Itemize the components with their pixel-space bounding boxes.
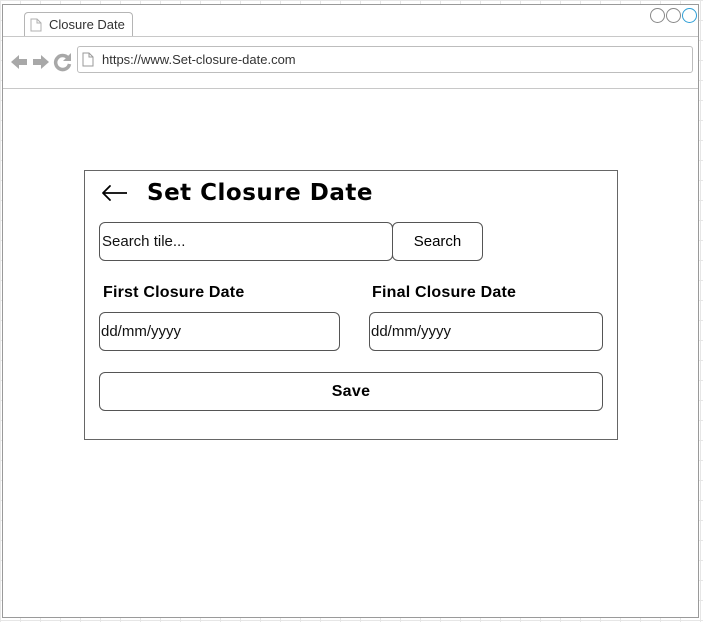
final-closure-date-input[interactable] [369, 312, 603, 351]
page-title: Set Closure Date [147, 180, 373, 206]
save-button[interactable]: Save [99, 372, 603, 411]
back-arrow-icon[interactable] [9, 52, 29, 72]
closure-date-panel: Set Closure Date Search First Closure Da… [84, 170, 618, 440]
forward-arrow-icon[interactable] [31, 52, 51, 72]
back-button[interactable] [100, 184, 130, 202]
close-button[interactable] [682, 8, 697, 23]
page-icon [82, 52, 94, 67]
tab-title: Closure Date [49, 17, 125, 32]
url-text: https://www.Set-closure-date.com [102, 52, 296, 67]
search-button[interactable]: Search [392, 222, 483, 261]
reload-icon[interactable] [53, 52, 73, 72]
left-arrow-icon [102, 185, 127, 201]
minimize-button[interactable] [650, 8, 665, 23]
document-icon [30, 18, 42, 32]
browser-tab[interactable]: Closure Date [24, 12, 133, 36]
address-bar[interactable]: https://www.Set-closure-date.com [77, 46, 693, 73]
window-controls [650, 8, 697, 23]
first-closure-date-input[interactable] [99, 312, 340, 351]
final-closure-date-label: Final Closure Date [372, 284, 517, 301]
maximize-button[interactable] [666, 8, 681, 23]
search-input[interactable] [99, 222, 393, 261]
first-closure-date-label: First Closure Date [103, 284, 245, 301]
tab-bar: Closure Date [3, 5, 698, 37]
navigation-bar: https://www.Set-closure-date.com [3, 37, 698, 89]
